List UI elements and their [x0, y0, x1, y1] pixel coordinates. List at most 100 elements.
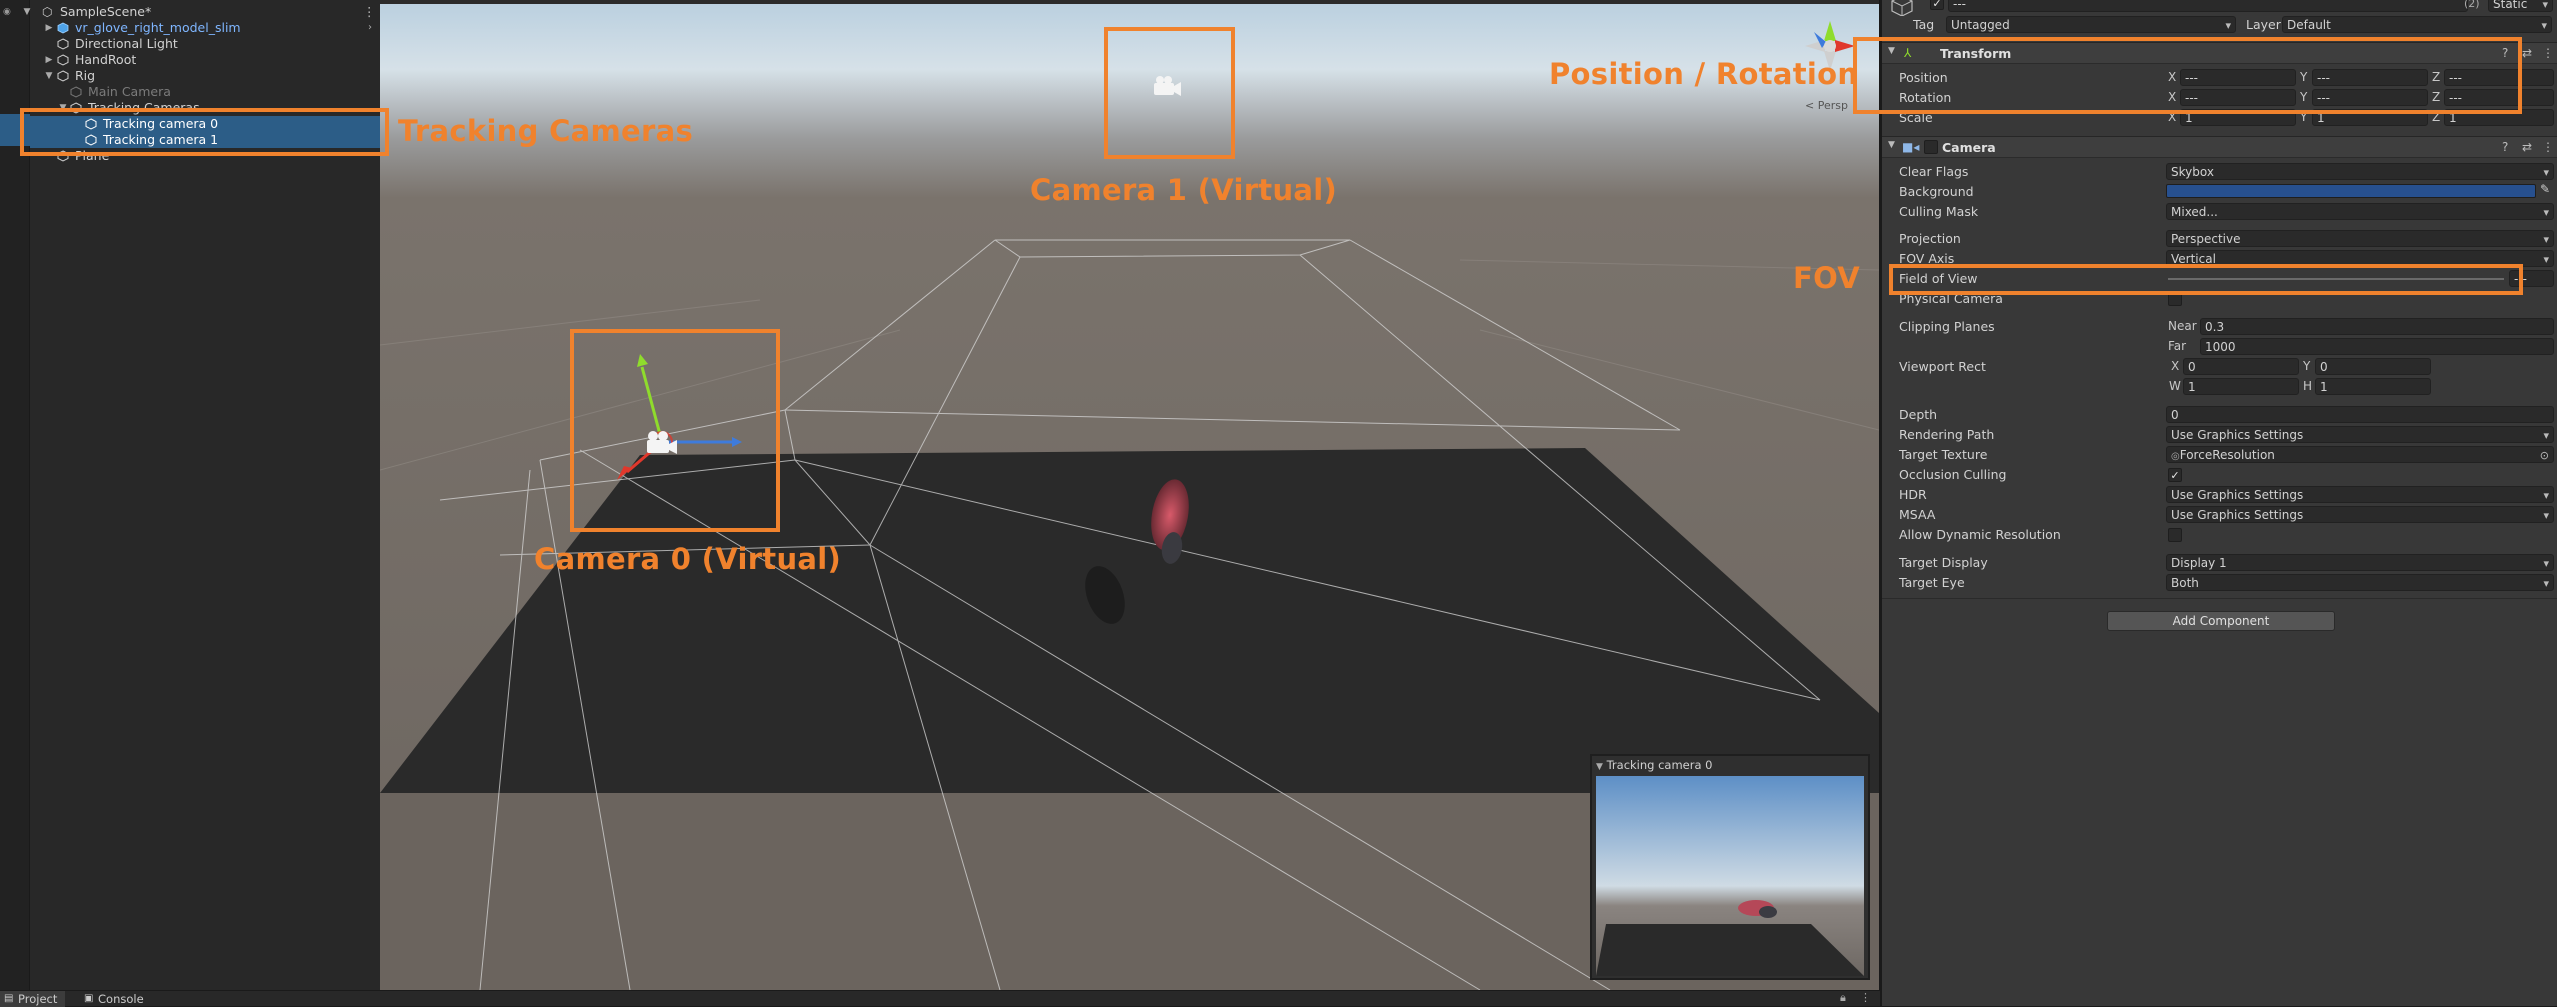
vp-w-label: W: [2169, 379, 2181, 393]
hierarchy-scene-row[interactable]: ◉ ▼ ⬡ SampleScene* ⋮: [0, 4, 380, 20]
hierarchy-item-handroot[interactable]: ▶ HandRoot: [30, 52, 380, 68]
rendering-path-label: Rendering Path: [1899, 427, 1995, 442]
panel-menu-icon[interactable]: ⋮: [1860, 991, 1871, 1004]
clipping-planes-label: Clipping Planes: [1899, 319, 1995, 334]
occlusion-culling-checkbox[interactable]: ✓: [2168, 468, 2182, 482]
near-label: Near: [2168, 319, 2197, 333]
expand-arrow-icon[interactable]: ▼: [44, 68, 54, 84]
vp-w-field[interactable]: 1: [2183, 378, 2299, 395]
hierarchy-item-label: HandRoot: [75, 52, 137, 67]
annotation-label-camera-1: Camera 1 (Virtual): [1030, 173, 1338, 207]
depth-label: Depth: [1899, 407, 1938, 422]
target-display-label: Target Display: [1899, 555, 1988, 570]
msaa-dropdown[interactable]: Use Graphics Settings: [2166, 506, 2554, 523]
eyedropper-icon[interactable]: ✎: [2540, 182, 2550, 196]
static-count: (2): [2464, 0, 2480, 10]
vp-h-field[interactable]: 1: [2315, 378, 2431, 395]
projection-dropdown[interactable]: Perspective: [2166, 230, 2554, 247]
scene-name: SampleScene*: [60, 4, 152, 19]
vp-y-label: Y: [2303, 359, 2311, 373]
eye-icon[interactable]: ◉: [3, 4, 11, 20]
culling-mask-dropdown[interactable]: Mixed...: [2166, 203, 2554, 220]
expand-arrow-icon[interactable]: ▶: [44, 20, 54, 36]
preview-title: ▼ Tracking camera 0: [1596, 758, 1713, 774]
tab-console[interactable]: ▣ Console: [80, 991, 152, 1007]
camera-preview-window[interactable]: ▼ Tracking camera 0: [1590, 754, 1870, 980]
chevron-right-icon[interactable]: ›: [368, 20, 372, 36]
dynamic-resolution-checkbox[interactable]: [2168, 528, 2182, 542]
tab-console-label: Console: [98, 992, 144, 1006]
folder-icon: ▤: [4, 993, 14, 1004]
name-field[interactable]: ---: [1948, 0, 2468, 12]
vp-y-field[interactable]: 0: [2315, 358, 2431, 375]
rendering-path-dropdown[interactable]: Use Graphics Settings: [2166, 426, 2554, 443]
target-texture-label: Target Texture: [1899, 447, 1988, 462]
gameobject-cube-icon: [57, 38, 69, 50]
object-picker-icon[interactable]: ⊙: [2540, 447, 2549, 462]
persp-label[interactable]: < Persp: [1805, 99, 1848, 112]
bottom-tab-bar: ▤ Project ▣ Console 🔒︎ ⋮: [0, 990, 1880, 1007]
background-color-swatch[interactable]: [2166, 184, 2536, 198]
hdr-dropdown[interactable]: Use Graphics Settings: [2166, 486, 2554, 503]
prefab-cube-icon: [57, 22, 69, 34]
target-texture-field[interactable]: ◎ForceResolution ⊙: [2166, 446, 2554, 463]
gameobject-cube-icon: [70, 86, 82, 98]
camera-enabled-checkbox[interactable]: [1924, 140, 1938, 154]
render-texture-icon: ◎: [2171, 451, 2180, 462]
hierarchy-item-label: Main Camera: [88, 84, 171, 99]
hierarchy-item-glove[interactable]: ▶ vr_glove_right_model_slim ›: [30, 20, 380, 36]
add-component-button[interactable]: Add Component: [2107, 611, 2335, 631]
static-dropdown[interactable]: Static: [2488, 0, 2553, 12]
culling-mask-label: Culling Mask: [1899, 204, 1979, 219]
preset-icon[interactable]: ⇄: [2522, 140, 2532, 154]
hierarchy-item-main-camera[interactable]: Main Camera: [30, 84, 380, 100]
occlusion-culling-label: Occlusion Culling: [1899, 467, 2007, 482]
msaa-label: MSAA: [1899, 507, 1936, 522]
scene-menu-icon[interactable]: ⋮: [363, 4, 376, 20]
layer-label: Layer: [2246, 17, 2281, 32]
lock-icon[interactable]: 🔒︎: [1840, 991, 1846, 1005]
tab-project[interactable]: ▤ Project: [0, 991, 66, 1007]
preview-title-label: Tracking camera 0: [1606, 758, 1713, 772]
component-menu-icon[interactable]: ⋮: [2542, 46, 2554, 60]
annotation-label-camera-0: Camera 0 (Virtual): [534, 542, 842, 576]
preset-icon[interactable]: ⇄: [2522, 46, 2532, 60]
gameobject-cube-icon: [57, 54, 69, 66]
tab-project-label: Project: [18, 992, 58, 1006]
camera-header[interactable]: ▼ ■◂ Camera ? ⇄ ⋮: [1882, 136, 2557, 158]
hierarchy-item-label: Directional Light: [75, 36, 178, 51]
target-eye-label: Target Eye: [1899, 575, 1965, 590]
annotation-box-position-rotation: [1853, 37, 2522, 114]
unity-scene-icon: ⬡: [42, 5, 53, 19]
annotation-box-tracking-cameras: [20, 108, 389, 156]
clear-flags-dropdown[interactable]: Skybox: [2166, 163, 2554, 180]
camera-title: Camera: [1942, 140, 1996, 155]
near-field[interactable]: 0.3: [2200, 318, 2554, 335]
expand-arrow-icon[interactable]: ▼: [22, 4, 32, 20]
hierarchy-item-directional-light[interactable]: Directional Light: [30, 36, 380, 52]
far-field[interactable]: 1000: [2200, 338, 2554, 355]
vp-x-label: X: [2171, 359, 2180, 373]
hierarchy-item-label: vr_glove_right_model_slim: [75, 20, 241, 35]
collapse-arrow-icon[interactable]: ▼: [1596, 762, 1603, 772]
target-texture-value: ForceResolution: [2179, 448, 2275, 462]
foldout-arrow-icon[interactable]: ▼: [1888, 140, 1895, 150]
active-checkbox[interactable]: ✓: [1930, 0, 1944, 10]
divider: [1882, 598, 2557, 599]
clear-flags-label: Clear Flags: [1899, 164, 1969, 179]
expand-arrow-icon[interactable]: ▶: [44, 52, 54, 68]
depth-field[interactable]: 0: [2166, 406, 2554, 423]
background-label: Background: [1899, 184, 1974, 199]
target-eye-dropdown[interactable]: Both: [2166, 574, 2554, 591]
tag-dropdown[interactable]: Untagged: [1946, 16, 2236, 33]
gameobject-cube-icon: [57, 70, 69, 82]
annotation-box-camera-1: [1104, 27, 1235, 159]
layer-dropdown[interactable]: Default: [2282, 16, 2552, 33]
help-icon[interactable]: ?: [2502, 140, 2508, 154]
vp-x-field[interactable]: 0: [2183, 358, 2299, 375]
target-display-dropdown[interactable]: Display 1: [2166, 554, 2554, 571]
vp-h-label: H: [2303, 379, 2313, 393]
hierarchy-item-rig[interactable]: ▼ Rig: [30, 68, 380, 84]
component-menu-icon[interactable]: ⋮: [2542, 140, 2554, 154]
annotation-label-fov: FOV: [1793, 261, 1861, 295]
